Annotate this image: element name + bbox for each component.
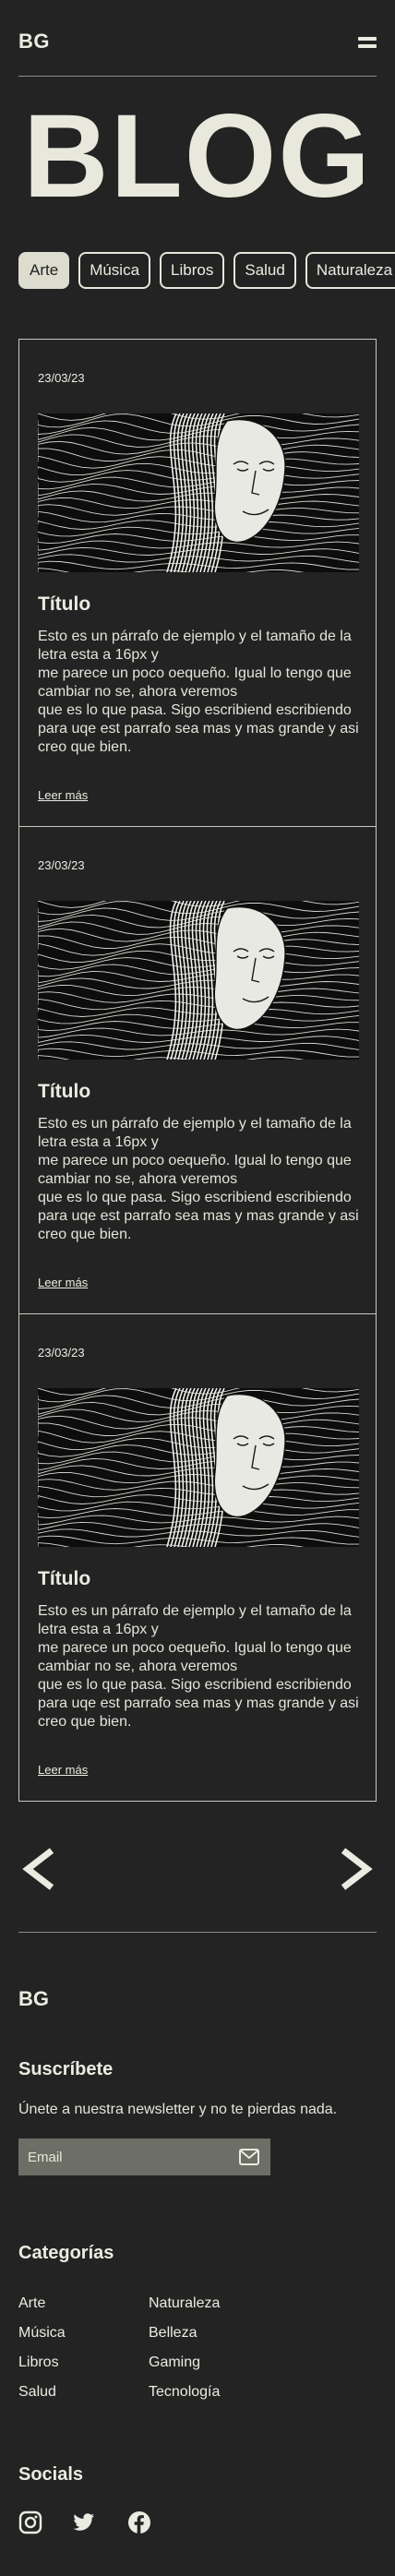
chevron-left-icon[interactable]: [18, 1847, 59, 1891]
footer-category-link[interactable]: Belleza: [149, 2318, 220, 2348]
footer-logo[interactable]: BG: [18, 1987, 49, 2011]
site-logo[interactable]: BG: [18, 30, 50, 54]
tab-libros[interactable]: Libros: [160, 252, 225, 289]
tab-musica[interactable]: Música: [78, 252, 151, 289]
post-card: 23/03/23 Título Esto es un párrafo de ej…: [19, 827, 376, 1314]
twitter-icon[interactable]: [72, 2510, 96, 2534]
footer-category-link[interactable]: Gaming: [149, 2348, 220, 2378]
header-divider: [18, 76, 377, 77]
tab-salud[interactable]: Salud: [233, 252, 296, 289]
post-image[interactable]: [38, 901, 359, 1060]
post-excerpt: Esto es un párrafo de ejemplo y el tamañ…: [38, 629, 359, 755]
tab-arte[interactable]: Arte: [18, 252, 70, 289]
socials-heading: Socials: [18, 2464, 84, 2485]
footer-category-link[interactable]: Tecnología: [149, 2378, 220, 2407]
instagram-icon[interactable]: [18, 2510, 42, 2534]
footer-categories-col1: Arte Música Libros Salud: [18, 2289, 66, 2407]
category-tabs: Arte Música Libros Salud Naturaleza: [18, 252, 395, 291]
post-card: 23/03/23 Título Esto es un párrafo de ej…: [19, 1314, 376, 1801]
footer-category-link[interactable]: Arte: [18, 2289, 66, 2318]
read-more-link[interactable]: Leer más: [38, 788, 88, 802]
post-image[interactable]: [38, 413, 359, 572]
post-title[interactable]: Título: [38, 1568, 90, 1590]
post-title[interactable]: Título: [38, 1081, 90, 1103]
site-header: BG: [18, 30, 377, 57]
footer-categories-col2: Naturaleza Belleza Gaming Tecnología: [149, 2289, 220, 2407]
read-more-link[interactable]: Leer más: [38, 1763, 88, 1777]
post-image[interactable]: [38, 1388, 359, 1547]
categories-heading: Categorías: [18, 2243, 114, 2263]
email-field[interactable]: [18, 2139, 231, 2175]
post-date: 23/03/23: [38, 1346, 85, 1360]
post-date: 23/03/23: [38, 858, 85, 872]
subscribe-heading: Suscríbete: [18, 2059, 114, 2079]
post-date: 23/03/23: [38, 371, 85, 385]
newsletter-form: [18, 2139, 270, 2175]
page-title: BLOG: [23, 90, 372, 222]
read-more-link[interactable]: Leer más: [38, 1276, 88, 1289]
chevron-right-icon[interactable]: [336, 1847, 377, 1891]
mail-icon[interactable]: [239, 2149, 259, 2165]
footer-category-link[interactable]: Salud: [18, 2378, 66, 2407]
hamburger-menu-icon[interactable]: [358, 37, 377, 50]
post-card: 23/03/23 Título Esto es un párrafo de ej…: [19, 340, 376, 827]
footer-category-link[interactable]: Libros: [18, 2348, 66, 2378]
facebook-icon[interactable]: [127, 2510, 151, 2534]
footer-category-link[interactable]: Música: [18, 2318, 66, 2348]
footer-category-link[interactable]: Naturaleza: [149, 2289, 220, 2318]
footer-divider: [18, 1932, 377, 1933]
post-title[interactable]: Título: [38, 593, 90, 616]
post-list: 23/03/23 Título Esto es un párrafo de ej…: [18, 339, 377, 1802]
post-excerpt: Esto es un párrafo de ejemplo y el tamañ…: [38, 1116, 359, 1242]
subscribe-text: Únete a nuestra newsletter y no te pierd…: [18, 2102, 338, 2117]
tab-naturaleza[interactable]: Naturaleza: [305, 252, 395, 289]
post-excerpt: Esto es un párrafo de ejemplo y el tamañ…: [38, 1603, 359, 1730]
